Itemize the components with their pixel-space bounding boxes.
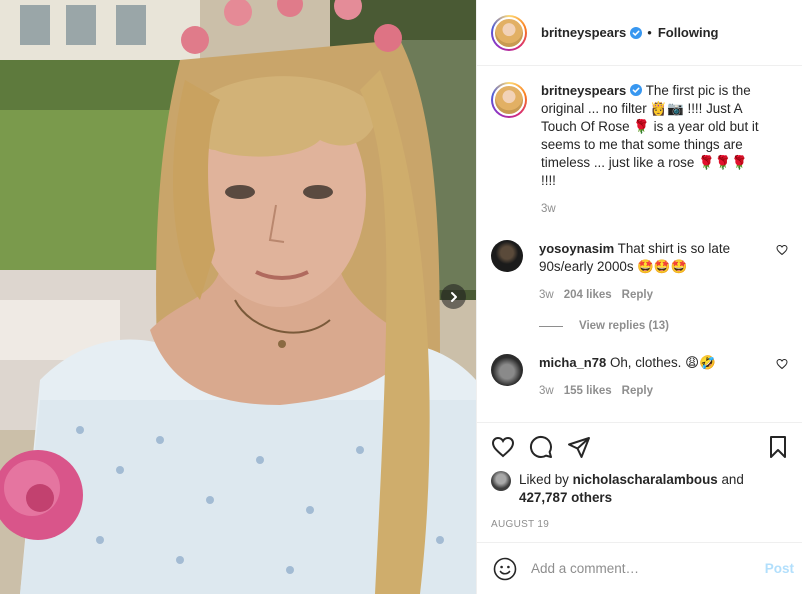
- heart-icon[interactable]: [776, 244, 788, 256]
- comment-username[interactable]: yosoynasim: [539, 241, 614, 256]
- caption-timestamp[interactable]: 3w: [541, 200, 765, 218]
- post-comment-button[interactable]: Post: [765, 561, 794, 576]
- reply-button[interactable]: Reply: [622, 385, 653, 397]
- comments-fade: [477, 410, 802, 422]
- like-button[interactable]: [491, 435, 515, 459]
- likes-others[interactable]: 427,787 others: [519, 490, 612, 505]
- view-replies-button[interactable]: View replies (13): [539, 320, 786, 332]
- save-button[interactable]: [766, 435, 790, 464]
- liked-by-prefix: Liked by: [519, 472, 569, 487]
- emoji-icon[interactable]: [493, 557, 517, 581]
- comment-meta: 3w 204 likes Reply: [539, 286, 747, 304]
- author-username[interactable]: britneyspears: [541, 25, 626, 40]
- bookmark-icon: [770, 436, 786, 458]
- liker-username[interactable]: nicholascharalambous: [573, 472, 718, 487]
- caption-author-avatar[interactable]: [491, 82, 527, 118]
- add-comment-bar: Post: [477, 542, 802, 594]
- replies-divider: [539, 325, 563, 327]
- author-avatar[interactable]: [491, 14, 527, 51]
- post-side-panel: britneyspears • Following britneyspears …: [476, 0, 802, 594]
- instagram-post: britneyspears • Following britneyspears …: [0, 0, 802, 594]
- caption: britneyspears The first pic is the origi…: [491, 82, 786, 218]
- comment-meta: 3w 155 likes Reply: [539, 382, 747, 400]
- comment-text: Oh, clothes. 😩🤣: [609, 355, 716, 370]
- reply-button[interactable]: Reply: [622, 289, 653, 301]
- comment-likes-count[interactable]: 204 likes: [564, 289, 612, 301]
- comment-timestamp[interactable]: 3w: [539, 289, 554, 301]
- comment-item: micha_n78 Oh, clothes. 😩🤣 3w 155 likes Rep…: [491, 354, 788, 400]
- caption-username[interactable]: britneyspears: [541, 83, 626, 98]
- liker-avatar[interactable]: [491, 471, 511, 491]
- post-photo[interactable]: [0, 0, 476, 594]
- share-button[interactable]: [567, 435, 591, 459]
- post-date[interactable]: AUGUST 19: [491, 519, 788, 530]
- next-photo-button[interactable]: [441, 284, 466, 309]
- comment-button[interactable]: [529, 435, 553, 459]
- likes-and: and: [721, 472, 744, 487]
- caption-text: The first pic is the original ... no fil…: [541, 83, 759, 188]
- comment-item: yosoynasim That shirt is so late 90s/ear…: [491, 240, 788, 304]
- comment-likes-count[interactable]: 155 likes: [564, 385, 612, 397]
- header-separator: •: [647, 25, 652, 40]
- photo-illustration: [0, 0, 476, 594]
- likes-summary: Liked by nicholascharalambous and 427,78…: [491, 471, 788, 507]
- post-header: britneyspears • Following: [477, 0, 802, 66]
- verified-badge-icon: [630, 84, 643, 96]
- verified-badge-icon: [630, 26, 643, 39]
- post-actions: Liked by nicholascharalambous and 427,78…: [477, 422, 802, 542]
- action-icons: [491, 423, 788, 471]
- comment-username[interactable]: micha_n78: [539, 355, 606, 370]
- comments-section[interactable]: britneyspears The first pic is the origi…: [477, 66, 802, 422]
- following-button[interactable]: Following: [658, 25, 719, 40]
- share-icon: [568, 437, 590, 458]
- comment-icon: [529, 435, 552, 458]
- commenter-avatar[interactable]: [491, 240, 523, 272]
- commenter-avatar[interactable]: [491, 354, 523, 386]
- heart-icon[interactable]: [776, 358, 788, 370]
- heart-icon: [491, 436, 515, 458]
- chevron-right-icon: [450, 291, 457, 302]
- comment-input[interactable]: [531, 561, 765, 576]
- view-replies-label: View replies (13): [579, 320, 669, 332]
- comment-timestamp[interactable]: 3w: [539, 385, 554, 397]
